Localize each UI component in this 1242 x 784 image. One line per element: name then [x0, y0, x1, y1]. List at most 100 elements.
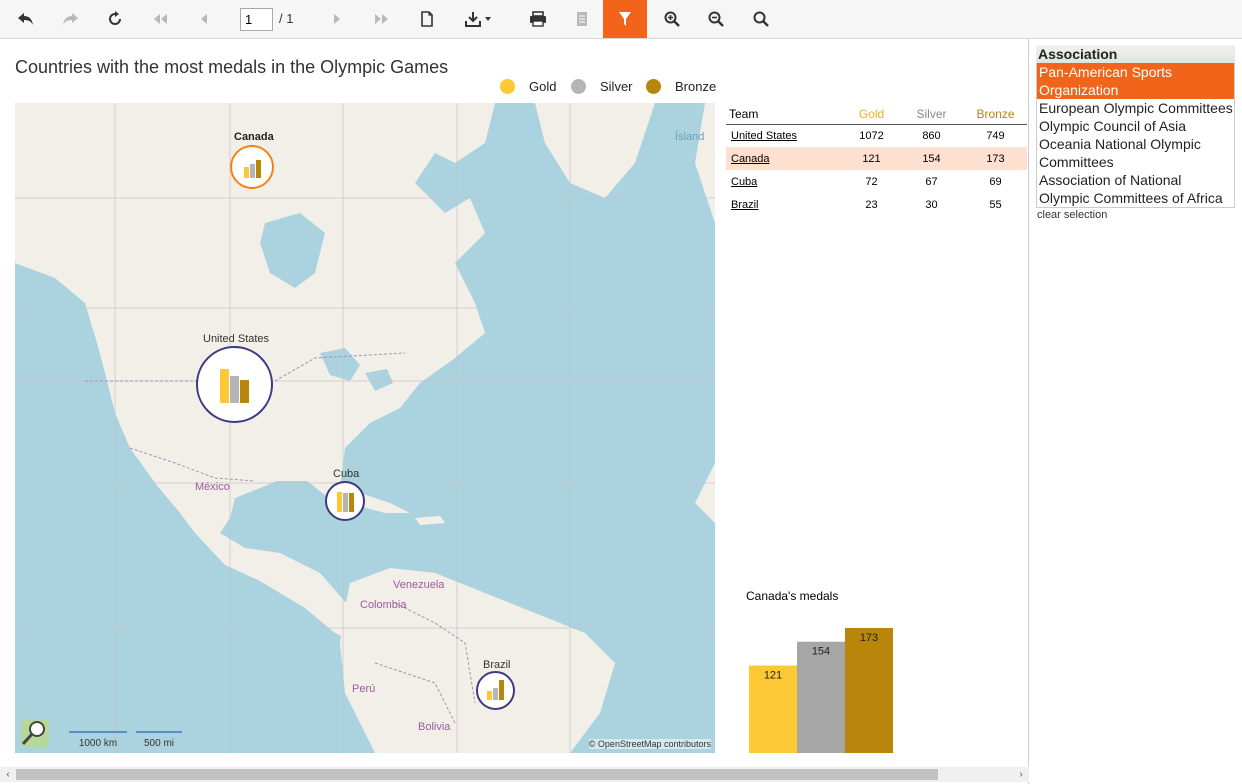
map-label-island: Ísland	[675, 131, 705, 143]
cell-team: Brazil	[726, 193, 844, 216]
first-page-button[interactable]	[138, 0, 182, 38]
marker-bar-gold	[487, 691, 492, 700]
association-list: Pan-American Sports Organization Europea…	[1036, 63, 1235, 208]
last-page-button[interactable]	[360, 0, 404, 38]
table-header-row: Team Gold Silver Bronze	[726, 105, 1027, 125]
association-item[interactable]: European Olympic Committees	[1037, 99, 1234, 117]
table-row[interactable]: Cuba 72 67 69	[726, 170, 1027, 193]
previous-page-button[interactable]	[182, 0, 226, 38]
filter-icon	[619, 12, 631, 26]
legend-swatch-gold	[500, 79, 515, 94]
download-icon	[465, 12, 491, 27]
marker-bar-gold	[220, 369, 229, 403]
scrollbar-thumb[interactable]	[16, 769, 938, 780]
header-team: Team	[726, 105, 844, 125]
zoom-in-button[interactable]	[650, 0, 694, 38]
team-link[interactable]: Brazil	[731, 199, 759, 211]
cell-team: Cuba	[726, 170, 844, 193]
association-item[interactable]: Pan-American Sports Organization	[1037, 63, 1234, 99]
zoom-out-icon	[708, 11, 724, 27]
association-item[interactable]: Olympic Council of Asia	[1037, 117, 1234, 135]
cell-bronze: 173	[964, 147, 1027, 170]
document-map-button[interactable]	[405, 0, 449, 38]
zoom-out-button[interactable]	[694, 0, 738, 38]
openstreetmap-logo-icon[interactable]	[20, 718, 50, 748]
canada-medals-chart: 121 154 173	[749, 628, 893, 753]
back-button[interactable]	[4, 0, 48, 38]
toolbar: / 1	[0, 0, 1242, 39]
cell-team: Canada	[726, 147, 844, 170]
cell-silver: 860	[922, 129, 941, 142]
filter-button[interactable]	[603, 0, 647, 38]
marker-bar-silver	[249, 164, 255, 178]
map-label-bolivia: Bolivia	[418, 721, 451, 733]
print-button[interactable]	[516, 0, 560, 38]
map-marker-cuba[interactable]	[325, 481, 365, 521]
chart-bar-silver	[797, 641, 845, 753]
table-row[interactable]: Brazil 23 30 55	[726, 193, 1027, 216]
document-icon	[421, 11, 433, 27]
table-row[interactable]: Canada 121 154 173	[726, 147, 1027, 170]
page-number-input[interactable]	[240, 8, 273, 31]
chart-data-label: 154	[812, 646, 830, 658]
marker-bar-bronze	[240, 380, 249, 403]
scale-label-km: 1000 km	[78, 738, 118, 749]
scroll-left-icon[interactable]: ‹	[0, 767, 16, 782]
cell-bronze: 55	[989, 198, 1002, 211]
clear-selection-link[interactable]: clear selection	[1036, 209, 1235, 221]
zoom-in-icon	[664, 11, 680, 27]
map-marker-united-states[interactable]	[196, 346, 273, 423]
marker-bar-bronze	[255, 160, 261, 178]
map-marker-brazil[interactable]	[476, 671, 515, 710]
association-item[interactable]: Oceania National Olympic Committees	[1037, 135, 1234, 171]
marker-bar-bronze	[348, 493, 354, 512]
cell-bronze: 69	[989, 175, 1002, 188]
double-chevron-left-icon	[154, 14, 167, 24]
chevron-left-icon	[201, 14, 207, 24]
printer-icon	[530, 11, 546, 27]
chevron-right-icon	[334, 14, 340, 24]
report-area: Countries with the most medals in the Ol…	[0, 39, 1029, 784]
next-page-button[interactable]	[315, 0, 359, 38]
export-button[interactable]	[456, 0, 502, 38]
page-icon	[577, 12, 587, 26]
forward-button[interactable]	[48, 0, 92, 38]
cell-gold: 1072	[859, 129, 884, 142]
marker-bar-silver	[493, 688, 498, 700]
cell-gold: 121	[844, 147, 899, 170]
scale-line	[136, 731, 182, 733]
legend-label: Silver	[600, 79, 633, 94]
cell-silver: 67	[925, 175, 938, 188]
chart-bar-bronze	[845, 628, 893, 753]
marker-label-brazil: Brazil	[483, 659, 511, 671]
association-item[interactable]: Association of National Olympic Committe…	[1037, 171, 1234, 207]
cell-bronze: 749	[986, 129, 1005, 142]
marker-bar-bronze	[499, 680, 504, 700]
marker-bar-silver	[230, 376, 239, 403]
header-silver: Silver	[899, 105, 964, 125]
legend-item-silver: Silver	[571, 79, 633, 94]
print-preview-button[interactable]	[560, 0, 604, 38]
marker-bar-silver	[342, 493, 348, 512]
refresh-button[interactable]	[93, 0, 137, 38]
magnifier-icon	[753, 11, 769, 27]
scale-bar-km: 1000 km	[69, 731, 127, 749]
team-link[interactable]: United States	[731, 130, 797, 142]
medal-map[interactable]: Ísland México Venezuela Colombia Perú Bo…	[15, 103, 715, 753]
map-label-colombia: Colombia	[360, 599, 407, 611]
refresh-icon	[109, 11, 121, 25]
map-marker-canada[interactable]	[230, 145, 274, 189]
map-attribution: © OpenStreetMap contributors	[588, 739, 711, 749]
map-basemap	[15, 103, 715, 753]
page-total: / 1	[279, 11, 294, 26]
scroll-right-icon[interactable]: ›	[1013, 767, 1029, 782]
zoom-button[interactable]	[739, 0, 783, 38]
horizontal-scrollbar[interactable]: ‹ ›	[0, 767, 1029, 782]
header-gold: Gold	[844, 105, 899, 125]
scale-line	[69, 731, 127, 733]
table-row[interactable]: United States 1072 860 749	[726, 124, 1027, 147]
legend-swatch-silver	[571, 79, 586, 94]
team-link[interactable]: Cuba	[731, 176, 757, 188]
scale-bar-mi: 500 mi	[136, 731, 182, 749]
team-link[interactable]: Canada	[731, 153, 770, 165]
